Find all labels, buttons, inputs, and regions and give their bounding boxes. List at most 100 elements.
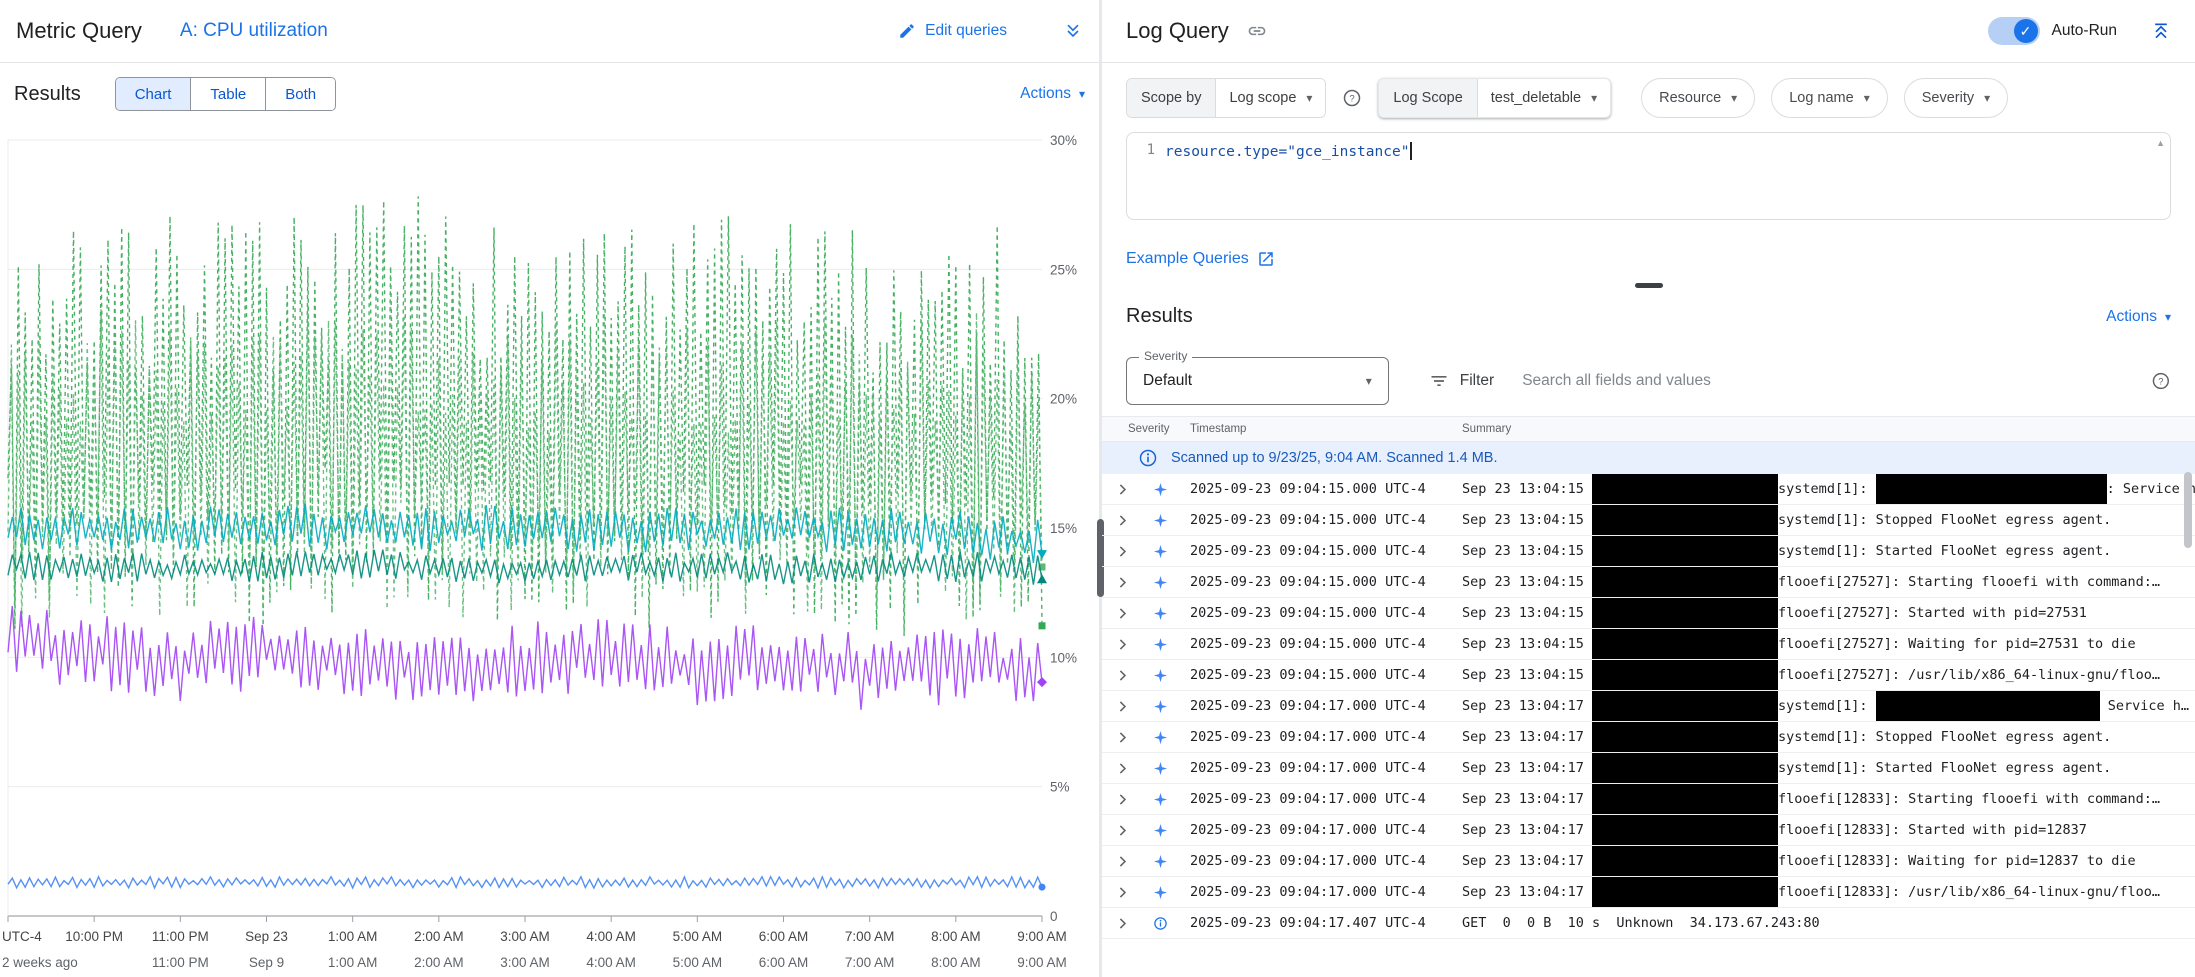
svg-text:11:00 PM: 11:00 PM bbox=[152, 955, 209, 970]
chevron-right-icon[interactable] bbox=[1114, 636, 1131, 653]
svg-text:UTC-4: UTC-4 bbox=[2, 929, 42, 944]
log-row[interactable]: 2025-09-23 09:04:15.000 UTC-4Sep 23 13:0… bbox=[1102, 505, 2195, 536]
metric-query-name-link[interactable]: A: CPU utilization bbox=[180, 20, 328, 42]
chevron-right-icon[interactable] bbox=[1114, 853, 1131, 870]
severity-filter-dropdown[interactable]: Severity ▾ bbox=[1904, 78, 2008, 118]
text-cursor bbox=[1410, 142, 1412, 160]
log-row[interactable]: 2025-09-23 09:04:15.000 UTC-4Sep 23 13:0… bbox=[1102, 536, 2195, 567]
log-search-input[interactable] bbox=[1520, 371, 2151, 391]
log-summary: Sep 23 13:04:17 flooefi[12833]: Starting… bbox=[1462, 784, 2195, 814]
editor-code-line[interactable]: resource.type="gce_instance" bbox=[1165, 133, 2170, 219]
chevron-right-icon[interactable] bbox=[1114, 729, 1131, 746]
chevron-right-icon[interactable] bbox=[1114, 791, 1131, 808]
filter-label: Filter bbox=[1460, 372, 1494, 390]
scope-by-group: Scope by Log scope ▾ bbox=[1126, 78, 1326, 118]
help-icon[interactable]: ? bbox=[2151, 371, 2171, 391]
log-row[interactable]: 2025-09-23 09:04:17.000 UTC-4Sep 23 13:0… bbox=[1102, 846, 2195, 877]
log-row[interactable]: 2025-09-23 09:04:17.000 UTC-4Sep 23 13:0… bbox=[1102, 815, 2195, 846]
log-name-filter-dropdown[interactable]: Log name ▾ bbox=[1771, 78, 1888, 118]
svg-text:Sep 23: Sep 23 bbox=[245, 929, 288, 944]
caret-down-icon: ▾ bbox=[2165, 311, 2171, 323]
log-row[interactable]: 2025-09-23 09:04:15.000 UTC-4Sep 23 13:0… bbox=[1102, 629, 2195, 660]
view-toggle-chart[interactable]: Chart bbox=[116, 78, 191, 110]
log-rows-list: 2025-09-23 09:04:15.000 UTC-4 Sep 23 13:0… bbox=[1102, 474, 2195, 977]
redacted-text bbox=[1592, 567, 1778, 597]
log-row[interactable]: 2025-09-23 09:04:15.000 UTC-4Sep 23 13:0… bbox=[1102, 474, 2195, 505]
editor-scrollbar-up-icon[interactable]: ▲ bbox=[2156, 138, 2165, 148]
chevron-right-icon[interactable] bbox=[1114, 605, 1131, 622]
log-row[interactable]: 2025-09-23 09:04:17.000 UTC-4Sep 23 13:0… bbox=[1102, 753, 2195, 784]
query-results-splitter-row bbox=[1102, 268, 2195, 288]
metric-actions-button[interactable]: Actions ▾ bbox=[1020, 85, 1085, 103]
severity-debug-icon bbox=[1153, 513, 1168, 528]
log-row[interactable]: 2025-09-23 09:04:15.000 UTC-4Sep 23 13:0… bbox=[1102, 598, 2195, 629]
metric-results-bar: Results ChartTableBoth Actions ▾ bbox=[0, 63, 1099, 125]
chevron-right-icon[interactable] bbox=[1114, 543, 1131, 560]
log-row[interactable]: 2025-09-23 09:04:17.000 UTC-4Sep 23 13:0… bbox=[1102, 722, 2195, 753]
log-timestamp: 2025-09-23 09:04:15.000 UTC-4 bbox=[1190, 605, 1462, 621]
log-scope-value-dropdown[interactable]: test_deletable ▾ bbox=[1478, 79, 1610, 117]
log-timestamp: 2025-09-23 09:04:15.000 UTC-4 bbox=[1190, 667, 1462, 683]
log-query-toolbar: Scope by Log scope ▾ ? Log Scope test_de… bbox=[1102, 63, 2195, 118]
chevron-right-icon[interactable] bbox=[1114, 884, 1131, 901]
severity-select-label: Severity bbox=[1139, 349, 1192, 363]
edit-queries-button[interactable]: Edit queries bbox=[898, 22, 1007, 40]
chevron-right-icon[interactable] bbox=[1114, 698, 1131, 715]
resource-filter-dropdown[interactable]: Resource ▾ bbox=[1641, 78, 1755, 118]
log-table-header: Severity Timestamp Summary bbox=[1102, 416, 2195, 442]
log-query-editor[interactable]: 1 resource.type="gce_instance" ▲ bbox=[1126, 132, 2171, 220]
redacted-text bbox=[1592, 846, 1778, 876]
metric-query-title: Metric Query bbox=[16, 18, 142, 44]
log-row[interactable]: 2025-09-23 09:04:17.000 UTC-4Sep 23 13:0… bbox=[1102, 784, 2195, 815]
caret-down-icon: ▾ bbox=[1731, 92, 1737, 104]
caret-down-icon: ▾ bbox=[1306, 92, 1312, 104]
chevron-right-icon[interactable] bbox=[1114, 760, 1131, 777]
severity-debug-icon bbox=[1153, 885, 1168, 900]
log-timestamp: 2025-09-23 09:04:15.000 UTC-4 bbox=[1190, 636, 1462, 652]
log-row[interactable]: 2025-09-23 09:04:17.000 UTC-4Sep 23 13:0… bbox=[1102, 877, 2195, 908]
view-toggle-both[interactable]: Both bbox=[265, 78, 335, 110]
help-icon[interactable]: ? bbox=[1342, 88, 1362, 108]
editor-line-number: 1 bbox=[1127, 133, 1165, 219]
collapse-panel-up-icon[interactable] bbox=[2151, 21, 2171, 41]
metric-query-panel: Metric Query A: CPU utilization Edit que… bbox=[0, 0, 1099, 977]
log-row[interactable]: 2025-09-23 09:04:17.000 UTC-4Sep 23 13:0… bbox=[1102, 691, 2195, 722]
chevron-right-icon[interactable] bbox=[1114, 822, 1131, 839]
link-icon[interactable] bbox=[1247, 21, 1267, 41]
svg-text:7:00 AM: 7:00 AM bbox=[845, 929, 895, 944]
chevron-right-icon[interactable] bbox=[1114, 915, 1131, 932]
svg-text:3:00 AM: 3:00 AM bbox=[500, 955, 550, 970]
severity-debug-icon bbox=[1153, 544, 1168, 559]
chevron-right-icon[interactable] bbox=[1114, 481, 1131, 498]
severity-debug-icon bbox=[1153, 575, 1168, 590]
log-scope-dropdown[interactable]: Log scope ▾ bbox=[1216, 79, 1325, 117]
log-summary: Sep 23 13:04:17 flooefi[12833]: Started … bbox=[1462, 815, 2195, 845]
auto-run-toggle[interactable]: ✓ bbox=[1988, 17, 2040, 45]
log-timestamp: 2025-09-23 09:04:17.000 UTC-4 bbox=[1190, 853, 1462, 869]
log-row[interactable]: 2025-09-23 09:04:15.000 UTC-4Sep 23 13:0… bbox=[1102, 567, 2195, 598]
svg-text:1:00 AM: 1:00 AM bbox=[328, 955, 378, 970]
log-timestamp: 2025-09-23 09:04:15.000 UTC-4 bbox=[1190, 574, 1462, 590]
log-actions-button[interactable]: Actions ▾ bbox=[2106, 308, 2171, 326]
log-row[interactable]: 2025-09-23 09:04:15.000 UTC-4Sep 23 13:0… bbox=[1102, 660, 2195, 691]
log-row[interactable]: 2025-09-23 09:04:17.407 UTC-4GET 0 0 B 1… bbox=[1102, 908, 2195, 939]
cpu-utilization-chart[interactable]: 30%25%20%15%10%5%0UTC-410:00 PM11:00 PMS… bbox=[0, 125, 1099, 977]
chevron-right-icon[interactable] bbox=[1114, 574, 1131, 591]
svg-text:10:00 PM: 10:00 PM bbox=[65, 929, 123, 944]
chevron-right-icon[interactable] bbox=[1114, 667, 1131, 684]
view-toggle-table[interactable]: Table bbox=[190, 78, 265, 110]
svg-text:0: 0 bbox=[1050, 909, 1058, 924]
svg-text:7:00 AM: 7:00 AM bbox=[845, 955, 895, 970]
severity-select[interactable]: Severity Default ▾ bbox=[1126, 357, 1389, 405]
redacted-text bbox=[1592, 877, 1778, 907]
chevron-right-icon[interactable] bbox=[1114, 512, 1131, 529]
log-timestamp: 2025-09-23 09:04:17.407 UTC-4 bbox=[1190, 915, 1462, 931]
severity-debug-icon bbox=[1153, 606, 1168, 621]
svg-text:1:00 AM: 1:00 AM bbox=[328, 929, 378, 944]
example-queries-link[interactable]: Example Queries bbox=[1126, 250, 1275, 268]
expand-panel-down-icon[interactable] bbox=[1063, 21, 1083, 41]
column-header-severity: Severity bbox=[1128, 423, 1190, 435]
log-results-title: Results bbox=[1126, 305, 1193, 328]
results-scrollbar-thumb[interactable] bbox=[2184, 472, 2192, 548]
metric-query-header: Metric Query A: CPU utilization Edit que… bbox=[0, 0, 1099, 63]
